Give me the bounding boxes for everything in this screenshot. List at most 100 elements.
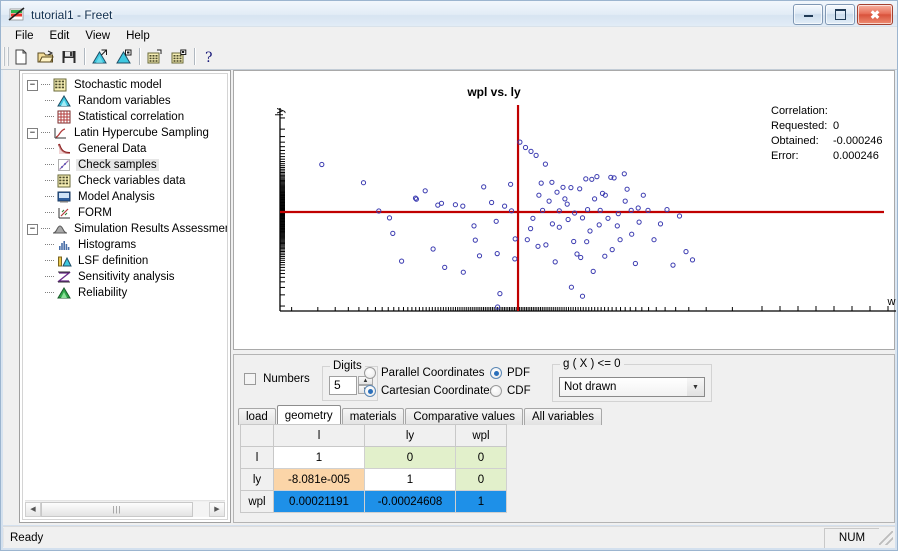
tree-horizontal-scrollbar[interactable]: ◀ ||| ▶ xyxy=(25,500,225,517)
scroll-left-icon[interactable]: ◀ xyxy=(25,501,41,517)
coordinates-radio-group: Parallel Coordinates Cartesian Coordinat… xyxy=(364,364,495,400)
table-row[interactable]: ly -8.081e-005 1 0 xyxy=(240,468,507,491)
close-button[interactable]: ✖ xyxy=(857,4,893,25)
toolbar-separator-1 xyxy=(84,48,85,65)
tab-geometry[interactable]: geometry xyxy=(276,405,341,425)
cell-ly-wpl[interactable]: 0 xyxy=(455,468,507,491)
maximize-button[interactable] xyxy=(825,4,855,25)
expander-icon[interactable]: − xyxy=(27,223,38,235)
menu-view[interactable]: View xyxy=(77,29,118,43)
tree-item-label: Statistical correlation xyxy=(78,111,185,123)
radio-pdf[interactable]: PDF xyxy=(490,364,531,382)
tab-all-variables[interactable]: All variables xyxy=(523,408,602,425)
tree-item-form[interactable]: FORM xyxy=(23,205,227,221)
cell-l-ly[interactable]: 0 xyxy=(364,446,456,469)
tree-item-reliability[interactable]: Reliability xyxy=(23,285,227,301)
radio-icon[interactable] xyxy=(490,367,502,379)
cell-ly-ly[interactable]: 1 xyxy=(364,468,456,491)
numbers-checkbox[interactable] xyxy=(244,373,256,386)
cell-ly-l[interactable]: -8.081e-005 xyxy=(273,468,365,491)
reliability-icon xyxy=(56,286,72,301)
expander-icon[interactable]: − xyxy=(27,79,38,91)
close-icon: ✖ xyxy=(869,7,881,22)
tree-item-latin-hypercube-sampling[interactable]: − Latin Hypercube Sampling xyxy=(23,125,227,141)
tree-item-simulation-results-assessment[interactable]: − Simulation Results Assessment xyxy=(23,221,227,237)
tree-item-model-analysis[interactable]: Model Analysis xyxy=(23,189,227,205)
maximize-icon xyxy=(834,9,846,20)
cell-wpl-ly[interactable]: -0.00024608 xyxy=(364,490,456,513)
tree-item-lsf-definition[interactable]: LSF definition xyxy=(23,253,227,269)
scroll-right-icon[interactable]: ▶ xyxy=(209,501,225,517)
tree-line xyxy=(45,260,54,262)
table-row[interactable]: wpl 0.00021191 -0.00024608 1 xyxy=(240,490,507,513)
tree-item-label: Latin Hypercube Sampling xyxy=(74,127,209,139)
tab-load[interactable]: load xyxy=(238,408,276,425)
expander-icon[interactable]: − xyxy=(27,127,38,139)
tree-item-check-variables-data[interactable]: Check variables data xyxy=(23,173,227,189)
tree-item-histograms[interactable]: Histograms xyxy=(23,237,227,253)
toolbar: ? xyxy=(1,44,897,70)
data-grid-icon[interactable] xyxy=(143,45,167,68)
cell-wpl-wpl[interactable]: 1 xyxy=(455,490,507,513)
resize-grip-icon[interactable] xyxy=(879,530,893,545)
menu-edit[interactable]: Edit xyxy=(42,29,78,43)
chevron-down-icon[interactable]: ▼ xyxy=(687,378,704,396)
numbers-label: Numbers xyxy=(263,373,310,386)
tab-materials[interactable]: materials xyxy=(341,408,405,425)
tree-item-label: Histograms xyxy=(78,239,137,251)
minimize-icon xyxy=(803,12,813,17)
gx-dropdown[interactable]: Not drawn ▼ xyxy=(559,377,705,397)
radio-icon[interactable] xyxy=(490,385,502,397)
scatter-plot[interactable]: lywpl xyxy=(234,71,896,349)
radio-cartesian-coordinates[interactable]: Cartesian Coordinates xyxy=(364,382,495,400)
menu-file[interactable]: File xyxy=(7,29,42,43)
scroll-track[interactable]: ||| xyxy=(41,501,209,517)
radio-pdf-label: PDF xyxy=(507,367,530,379)
cell-l-l[interactable]: 1 xyxy=(273,446,365,469)
tree-line xyxy=(45,116,54,118)
tree-item-check-samples[interactable]: Check samples xyxy=(23,157,227,173)
help-icon[interactable]: ? xyxy=(198,45,222,68)
tree-item-sensitivity-analysis[interactable]: Sensitivity analysis xyxy=(23,269,227,285)
tree-item-label: Check variables data xyxy=(78,175,186,187)
tree-line xyxy=(45,244,54,246)
menu-help[interactable]: Help xyxy=(118,29,158,43)
tree-line xyxy=(45,196,54,198)
lsf-icon xyxy=(56,254,72,269)
radio-parallel-coordinates[interactable]: Parallel Coordinates xyxy=(364,364,495,382)
digits-input[interactable]: 5 xyxy=(329,376,357,395)
table-row[interactable]: l 1 0 0 xyxy=(240,446,507,469)
tree-item-random-variables[interactable]: Random variables xyxy=(23,93,227,109)
radio-icon[interactable] xyxy=(364,385,376,397)
scatter-plot-panel[interactable]: wpl vs. ly Correlation: Requested: 0 Obta… xyxy=(233,70,896,350)
correlation-grid-icon xyxy=(56,110,72,125)
navigation-tree-panel: − Stochastic model Random variables Stat… xyxy=(19,70,231,523)
scroll-thumb[interactable]: ||| xyxy=(41,501,193,517)
cell-l-wpl[interactable]: 0 xyxy=(455,446,507,469)
radio-icon[interactable] xyxy=(364,367,376,379)
navigation-tree[interactable]: − Stochastic model Random variables Stat… xyxy=(22,73,228,520)
menu-bar: File Edit View Help xyxy=(1,26,897,44)
open-icon[interactable] xyxy=(33,45,57,68)
form-icon xyxy=(56,206,72,221)
tree-item-stochastic-model[interactable]: − Stochastic model xyxy=(23,77,227,93)
random-variables-icon[interactable] xyxy=(88,45,112,68)
tree-item-general-data[interactable]: General Data xyxy=(23,141,227,157)
tab-comparative-values[interactable]: Comparative values xyxy=(405,408,523,425)
new-icon[interactable] xyxy=(9,45,33,68)
random-variables-alt-icon[interactable] xyxy=(112,45,136,68)
histogram-icon xyxy=(56,238,72,253)
radio-cdf[interactable]: CDF xyxy=(490,382,531,400)
numbers-checkbox-group[interactable]: Numbers xyxy=(244,373,310,386)
cell-wpl-l[interactable]: 0.00021191 xyxy=(273,490,365,513)
data-grid-alt-icon[interactable] xyxy=(167,45,191,68)
tree-item-label: Model Analysis xyxy=(78,191,155,203)
tree-item-label: Reliability xyxy=(78,287,128,299)
application-window: tutorial1 - Freet ✖ File Edit View Help xyxy=(0,0,898,551)
tree-item-statistical-correlation[interactable]: Statistical correlation xyxy=(23,109,227,125)
correlation-matrix-table[interactable]: l ly wpl l 1 0 0 ly -8.081e-005 1 0 wpl … xyxy=(240,424,507,513)
radio-cartesian-label: Cartesian Coordinates xyxy=(381,385,496,397)
minimize-button[interactable] xyxy=(793,4,823,25)
save-icon[interactable] xyxy=(57,45,81,68)
options-panel: Numbers Digits 5 ▲ ▼ xyxy=(233,354,895,523)
